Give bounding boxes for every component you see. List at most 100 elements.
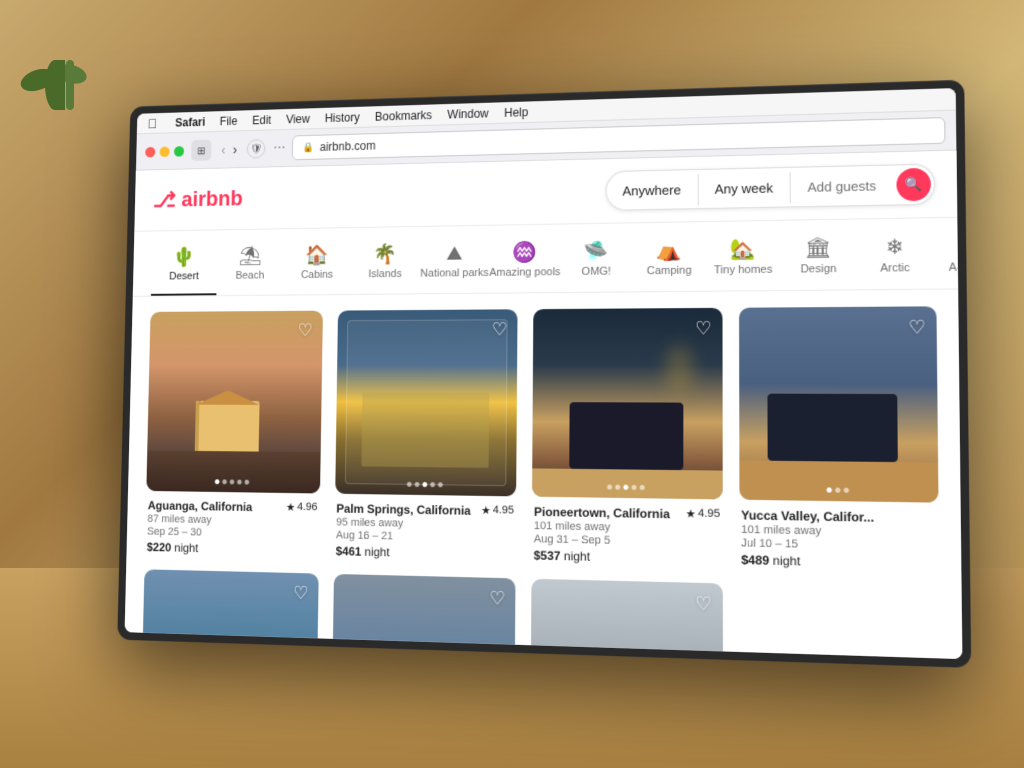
airbnb-logo[interactable]: ⎇ airbnb bbox=[153, 186, 243, 212]
wishlist-button-5[interactable]: ♡ bbox=[293, 582, 309, 603]
listing-info-2: Palm Springs, California ★ 4.95 95 miles… bbox=[334, 501, 516, 562]
help-menu[interactable]: Help bbox=[504, 105, 528, 119]
safari-menu[interactable]: Safari bbox=[175, 115, 205, 129]
when-pill[interactable]: Any week bbox=[698, 171, 790, 204]
category-arctic[interactable]: ❄ Arctic bbox=[856, 231, 934, 290]
listing-card-2[interactable]: ♡ Palm Springs, California bbox=[334, 309, 518, 561]
listings-grid: ♡ Aguanga, California bbox=[125, 289, 963, 659]
listing-rating-3: ★ 4.95 bbox=[686, 507, 721, 521]
category-tiny-homes-label: Tiny homes bbox=[714, 264, 773, 277]
category-islands[interactable]: 🌴 Islands bbox=[351, 239, 420, 294]
category-camping[interactable]: ⛺ Camping bbox=[632, 234, 705, 291]
view-menu[interactable]: View bbox=[286, 112, 310, 126]
traffic-lights bbox=[145, 146, 184, 157]
listing-location-3: Pioneertown, California bbox=[534, 504, 670, 521]
listing-image-7: ♡ bbox=[530, 578, 722, 659]
lock-icon: 🔒 bbox=[302, 142, 314, 153]
listing-dates-3: Aug 31 – Sep 5 bbox=[534, 533, 720, 549]
listing-price-4: $489 night bbox=[741, 552, 937, 571]
listing-card-6[interactable]: ♡ bbox=[330, 573, 515, 659]
listing-location-4: Yucca Valley, Califor... bbox=[741, 507, 874, 524]
design-icon: 🏛 bbox=[805, 238, 832, 259]
listing-info-1: Aguanga, California ★ 4.96 87 miles away… bbox=[145, 498, 320, 557]
listing-image-6: ♡ bbox=[331, 573, 516, 659]
category-design[interactable]: 🏛 Design bbox=[780, 232, 856, 290]
category-aframes-label: A-frames bbox=[949, 261, 958, 274]
listing-info-3: Pioneertown, California ★ 4.95 101 miles… bbox=[532, 504, 723, 566]
fullscreen-button[interactable] bbox=[174, 146, 184, 157]
minimize-button[interactable] bbox=[160, 146, 170, 157]
airbnb-logo-icon: ⎇ bbox=[153, 188, 176, 213]
category-islands-label: Islands bbox=[368, 268, 401, 280]
cabins-icon: 🏠 bbox=[305, 246, 329, 266]
wishlist-button-3[interactable]: ♡ bbox=[695, 318, 712, 339]
listing-card-1[interactable]: ♡ Aguanga, California bbox=[145, 311, 323, 558]
forward-button[interactable]: › bbox=[230, 142, 240, 157]
listing-price-2: $461 night bbox=[336, 544, 514, 562]
window-menu[interactable]: Window bbox=[447, 106, 488, 121]
category-cabins[interactable]: 🏠 Cabins bbox=[283, 240, 351, 295]
category-beach[interactable]: ⛱ Beach bbox=[216, 241, 284, 295]
close-button[interactable] bbox=[145, 146, 155, 157]
islands-icon: 🌴 bbox=[373, 245, 397, 265]
category-desert[interactable]: 🌵 Desert bbox=[151, 242, 218, 296]
beach-icon: ⛱ bbox=[238, 247, 262, 266]
apple-menu[interactable]:  bbox=[148, 115, 158, 130]
wishlist-button-7[interactable]: ♡ bbox=[695, 593, 712, 615]
listing-rating-2: ★ 4.95 bbox=[481, 503, 514, 517]
listing-image-2: ♡ bbox=[335, 309, 518, 496]
wishlist-button-6[interactable]: ♡ bbox=[489, 587, 505, 609]
search-bar[interactable]: Anywhere Any week Add guests 🔍 bbox=[605, 164, 935, 211]
guests-pill[interactable]: Add guests bbox=[791, 169, 894, 203]
category-design-label: Design bbox=[800, 263, 836, 276]
listing-image-4: ♡ bbox=[739, 306, 939, 502]
listing-dates-4: Jul 10 – 15 bbox=[741, 537, 937, 553]
omg-icon: 🛸 bbox=[584, 242, 609, 262]
listing-card-4[interactable]: ♡ Yucca Valley, Califor... 101 mi bbox=[739, 306, 940, 571]
history-menu[interactable]: History bbox=[325, 110, 360, 124]
listing-image-3: ♡ bbox=[532, 308, 722, 499]
category-desert-label: Desert bbox=[169, 271, 199, 283]
category-beach-label: Beach bbox=[235, 270, 264, 282]
search-button[interactable]: 🔍 bbox=[896, 168, 931, 202]
airbnb-logo-text: airbnb bbox=[181, 186, 243, 212]
shield-icon: 🛡 bbox=[247, 139, 266, 158]
category-amazing-pools[interactable]: ♒ Amazing pools bbox=[489, 236, 560, 292]
category-camping-label: Camping bbox=[647, 265, 692, 278]
category-omg[interactable]: 🛸 OMG! bbox=[560, 235, 632, 292]
bookmarks-menu[interactable]: Bookmarks bbox=[375, 108, 432, 123]
macbook-frame:  Safari File Edit View History Bookmark… bbox=[117, 80, 971, 668]
star-icon-2: ★ bbox=[481, 503, 491, 516]
image-dots-3 bbox=[607, 484, 645, 490]
star-icon-1: ★ bbox=[286, 500, 296, 513]
desert-icon: 🌵 bbox=[173, 248, 196, 267]
listing-card-3[interactable]: ♡ Pioneertown, California bbox=[532, 308, 723, 566]
category-amazing-pools-label: Amazing pools bbox=[489, 266, 560, 279]
tab-switcher[interactable]: ⊞ bbox=[191, 140, 211, 161]
extensions-dots[interactable]: ··· bbox=[273, 139, 285, 156]
listing-price-1: $220 night bbox=[147, 540, 317, 557]
wishlist-button-1[interactable]: ♡ bbox=[297, 320, 312, 340]
listing-info-4: Yucca Valley, Califor... 101 miles away … bbox=[739, 507, 939, 571]
category-aframes[interactable]: 🔺 A-frames bbox=[933, 229, 958, 288]
where-pill[interactable]: Anywhere bbox=[606, 174, 698, 207]
category-arctic-label: Arctic bbox=[880, 262, 910, 275]
wishlist-button-4[interactable]: ♡ bbox=[908, 317, 926, 339]
image-dots-4 bbox=[826, 487, 848, 493]
listing-dates-1: Sep 25 – 30 bbox=[147, 525, 317, 540]
national-parks-icon: ⛰ bbox=[446, 244, 462, 264]
listing-location-2: Palm Springs, California bbox=[336, 501, 470, 517]
star-icon-3: ★ bbox=[686, 507, 696, 521]
wishlist-button-2[interactable]: ♡ bbox=[492, 319, 508, 340]
category-tiny-homes[interactable]: 🏡 Tiny homes bbox=[706, 233, 781, 291]
listing-rating-1: ★ 4.96 bbox=[286, 500, 318, 513]
image-dots-1 bbox=[215, 479, 249, 484]
category-national-parks[interactable]: ⛰ National parks bbox=[419, 238, 489, 294]
file-menu[interactable]: File bbox=[220, 114, 238, 128]
listing-card-7[interactable]: ♡ bbox=[530, 578, 722, 659]
category-omg-label: OMG! bbox=[582, 266, 611, 278]
camping-icon: ⛺ bbox=[656, 241, 681, 261]
back-button[interactable]: ‹ bbox=[218, 142, 228, 157]
tiny-homes-icon: 🏡 bbox=[730, 239, 756, 260]
edit-menu[interactable]: Edit bbox=[252, 113, 271, 127]
